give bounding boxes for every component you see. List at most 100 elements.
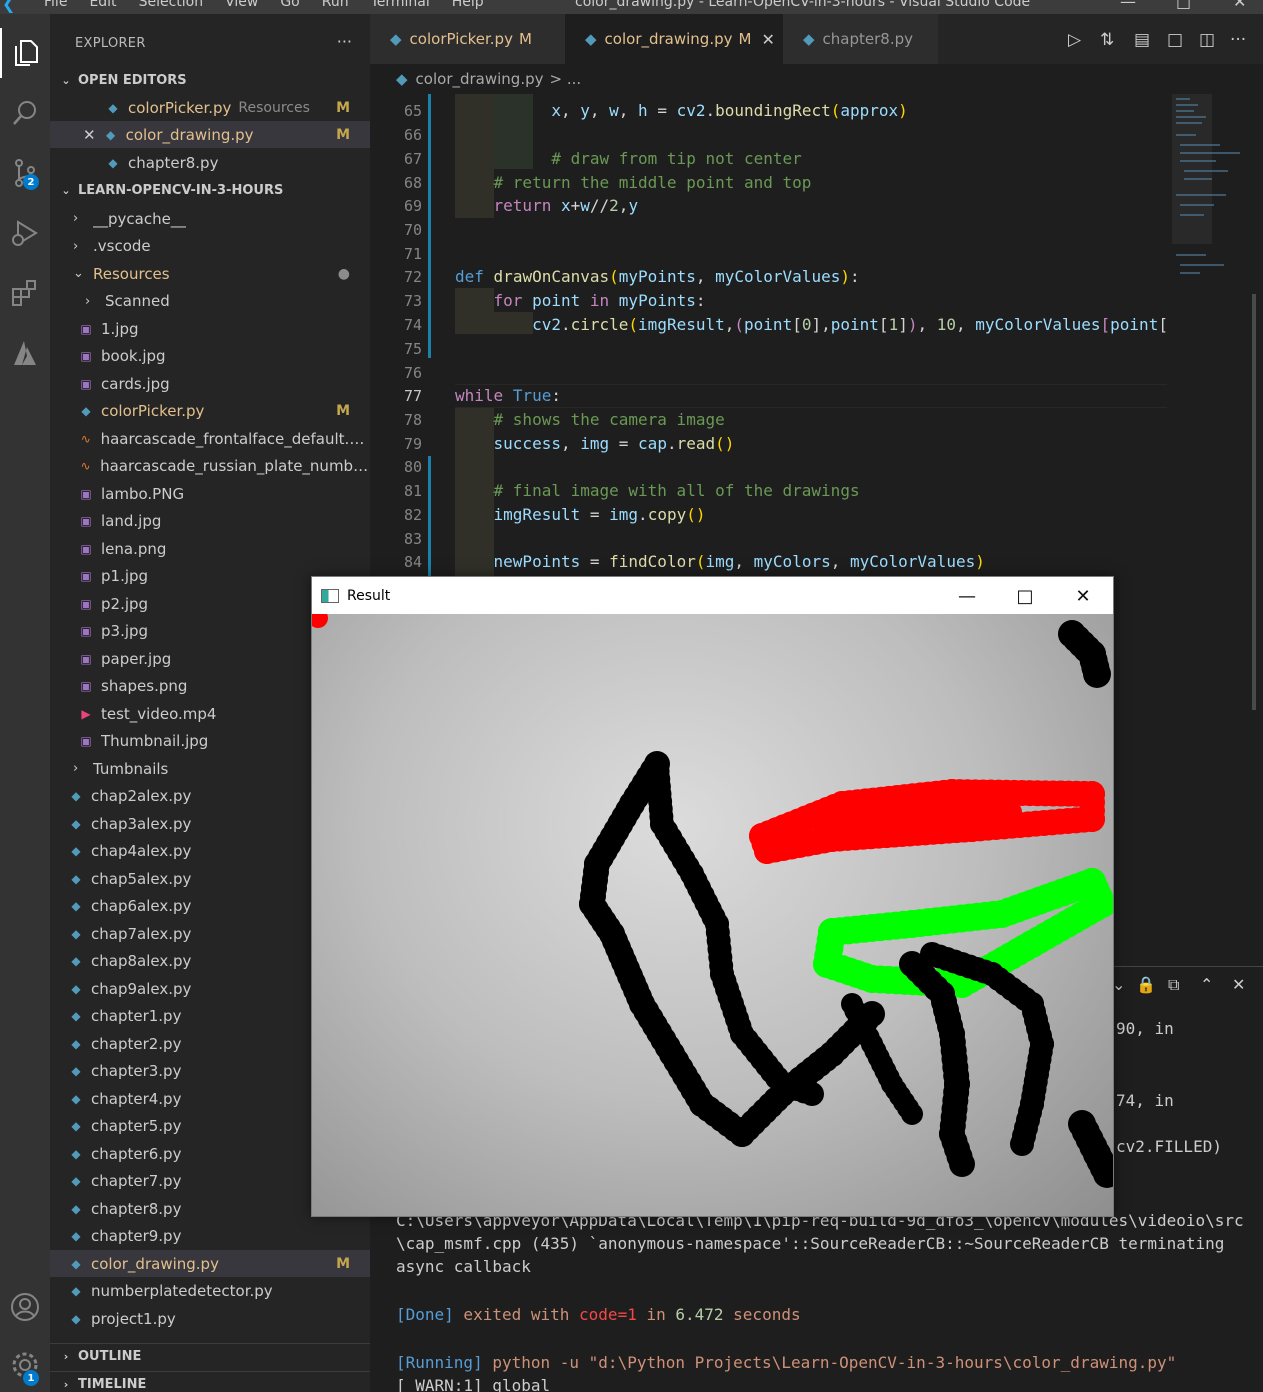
result-close-icon[interactable]: ✕	[1060, 582, 1106, 610]
python-file-icon: ◆	[396, 70, 408, 88]
app-icon	[321, 588, 339, 603]
file-name: chapter1.py	[91, 1007, 182, 1025]
file-item[interactable]: ▣ land.jpg	[50, 508, 370, 535]
chevron-right-icon: ›	[63, 1378, 69, 1391]
python-file-icon: ◆	[71, 844, 81, 858]
menu-run[interactable]: Run	[322, 0, 349, 10]
open-editor-item[interactable]: ✕ ◆ color_drawing.py M	[50, 121, 370, 148]
project-header[interactable]: ⌄ LEARN-OPENCV-IN-3-HOURS	[50, 177, 370, 203]
folder-item[interactable]: ⌄ Resources ●	[50, 260, 370, 287]
menu-selection[interactable]: Selection	[139, 0, 204, 10]
line-number: 75	[403, 340, 422, 358]
image-file-icon: ▣	[80, 486, 92, 501]
menu-view[interactable]: View	[225, 0, 258, 10]
tab-color-drawing[interactable]: ◆ color_drawing.py M ✕	[565, 14, 783, 64]
result-minimize-icon[interactable]: —	[944, 582, 990, 610]
stroke-dot	[312, 614, 328, 628]
close-icon[interactable]: ✕	[1233, 0, 1246, 11]
file-name: chap6alex.py	[91, 897, 192, 915]
close-editor-icon[interactable]: ✕	[83, 126, 96, 144]
file-name: chap8alex.py	[91, 952, 192, 970]
preview-icon[interactable]: ▤	[1134, 30, 1150, 50]
scrollbar[interactable]	[1252, 294, 1256, 710]
python-file-icon: ◆	[71, 1256, 81, 1271]
azure-icon[interactable]	[0, 328, 50, 378]
file-item[interactable]: ∿ haarcascade_frontalface_default.xml	[50, 425, 370, 452]
menu-terminal[interactable]: Terminal	[371, 0, 430, 10]
file-item[interactable]: ◆ project1.py	[50, 1305, 370, 1332]
lock-icon[interactable]: 🔒	[1136, 975, 1156, 994]
minimap-line	[1176, 110, 1194, 112]
line-number: 77	[403, 387, 422, 405]
menu-file[interactable]: File	[44, 0, 67, 10]
file-item[interactable]: ∿ haarcascade_russian_plate_number....	[50, 453, 370, 480]
maximize-panel-icon[interactable]: ⌃	[1200, 975, 1213, 994]
file-name: chapter3.py	[91, 1062, 182, 1080]
file-item[interactable]: ▣ lambo.PNG	[50, 480, 370, 507]
file-item[interactable]: ▣ cards.jpg	[50, 370, 370, 397]
terminal-dropdown-icon[interactable]: ⌄	[1112, 975, 1125, 994]
menu-go[interactable]: Go	[280, 0, 299, 10]
result-window[interactable]: Result — □ ✕	[311, 576, 1114, 1217]
file-item[interactable]: ▣ lena.png	[50, 535, 370, 562]
file-item[interactable]: ▣ 1.jpg	[50, 315, 370, 342]
menu-edit[interactable]: Edit	[89, 0, 116, 10]
split-editor-icon[interactable]: ◫	[1199, 30, 1215, 50]
stroke-dot	[749, 823, 775, 849]
file-item[interactable]: ◆ chapter9.py	[50, 1223, 370, 1250]
tab-modified: M	[738, 30, 752, 48]
file-item[interactable]: ◆ numberplatedetector.py	[50, 1278, 370, 1305]
run-debug-icon[interactable]	[0, 208, 50, 258]
close-panel-icon[interactable]: ✕	[1232, 975, 1245, 994]
toggle-panel-icon[interactable]: □	[1167, 30, 1183, 50]
minimap[interactable]	[1172, 94, 1256, 710]
xml-file-icon: ∿	[80, 431, 91, 446]
timeline-header[interactable]: › TIMELINE	[50, 1371, 370, 1392]
more-icon[interactable]: ···	[1230, 30, 1246, 50]
folder-item[interactable]: › __pycache__	[50, 205, 370, 232]
code-line: def drawOnCanvas(myPoints, myColorValues…	[455, 267, 860, 286]
close-tab-icon[interactable]: ✕	[761, 30, 774, 49]
compare-icon[interactable]: ⇅	[1100, 30, 1114, 50]
image-file-icon: ▣	[80, 321, 92, 336]
file-item[interactable]: ◆ color_drawing.py M	[50, 1250, 370, 1277]
code-line: # final image with all of the drawings	[493, 481, 860, 500]
run-icon[interactable]: ▷	[1068, 30, 1081, 50]
menu-help[interactable]: Help	[452, 0, 484, 10]
result-maximize-icon[interactable]: □	[1002, 582, 1048, 610]
file-item[interactable]: ◆ colorPicker.py M	[50, 398, 370, 425]
folder-item[interactable]: › .vscode	[50, 233, 370, 260]
chevron-down-icon: ⌄	[61, 73, 71, 87]
folder-item[interactable]: › Scanned	[50, 288, 370, 315]
tab-chapter8[interactable]: ◆ chapter8.py	[783, 14, 938, 64]
account-icon[interactable]	[0, 1282, 50, 1332]
minimize-icon[interactable]: —	[1120, 0, 1136, 11]
file-name: chapter4.py	[91, 1089, 182, 1108]
file-name: paper.jpg	[101, 649, 172, 668]
copy-icon[interactable]: ⧉	[1168, 975, 1179, 995]
stroke-dot	[1010, 1132, 1034, 1156]
explorer-icon[interactable]	[0, 28, 50, 78]
file-name: chapter8.py	[91, 1199, 182, 1218]
open-editor-item[interactable]: ◆ colorPicker.py Resources M	[50, 94, 370, 121]
result-titlebar[interactable]: Result	[312, 577, 1113, 614]
more-actions-icon[interactable]: ···	[337, 32, 352, 51]
python-file-icon: ◆	[71, 1174, 81, 1188]
line-number: 79	[403, 435, 422, 453]
maximize-icon[interactable]: □	[1176, 0, 1191, 11]
open-editors-header[interactable]: ⌄ OPEN EDITORS	[50, 67, 370, 93]
tab-colorpicker[interactable]: ◆ colorPicker.py M	[370, 14, 565, 64]
extensions-icon[interactable]	[0, 268, 50, 318]
outline-header[interactable]: › OUTLINE	[50, 1343, 370, 1369]
breadcrumb-file[interactable]: color_drawing.py	[416, 70, 544, 88]
minimap-line	[1176, 122, 1202, 124]
open-editor-item[interactable]: ◆ chapter8.py	[50, 149, 370, 176]
breadcrumb-symbol[interactable]: > ...	[550, 70, 582, 88]
source-control-icon[interactable]	[0, 148, 50, 198]
line-number: 74	[403, 316, 422, 334]
open-editor-name: colorPicker.py	[128, 98, 232, 117]
python-file-icon: ◆	[71, 789, 81, 803]
file-item[interactable]: ▣ book.jpg	[50, 343, 370, 370]
settings-badge: 1	[23, 1370, 39, 1386]
search-icon[interactable]	[0, 88, 50, 138]
